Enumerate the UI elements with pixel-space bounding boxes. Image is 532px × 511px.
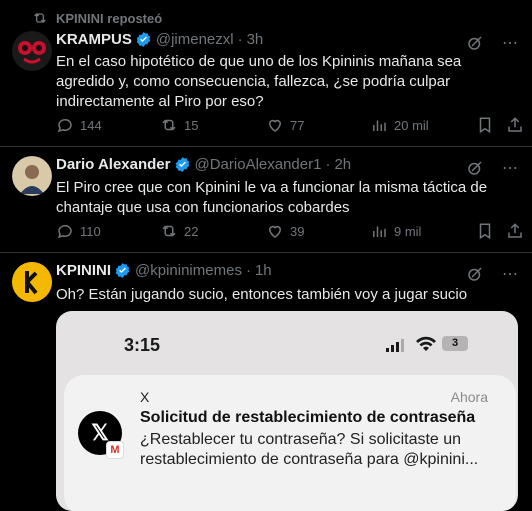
display-name[interactable]: KPININI [56, 262, 111, 279]
repost-icon [162, 225, 176, 237]
heart-icon [268, 119, 282, 132]
reply-button[interactable]: 144 [56, 116, 102, 134]
reply-icon [57, 119, 72, 133]
repost-icon [162, 119, 176, 131]
like-button[interactable]: 77 [266, 116, 304, 134]
reply-button[interactable]: 110 [56, 222, 101, 240]
display-name[interactable]: Dario Alexander [56, 156, 171, 173]
verified-badge-icon[interactable] [114, 262, 131, 279]
verified-badge-icon[interactable] [135, 31, 152, 48]
display-name[interactable]: KRAMPUS [56, 31, 132, 48]
views-count: 20 mil [394, 117, 429, 133]
battery-level: 3 [451, 337, 459, 349]
notification-card: 𝕏 M X Ahora Solicitud de restablecimient… [64, 375, 516, 511]
notification-app: X [140, 389, 150, 405]
post-text: Oh? Están jugando sucio, entonces tambié… [56, 286, 468, 303]
notification-body: ¿Restablecer tu contraseña? Si solicitas… [140, 431, 479, 468]
battery-indicator: 3 [442, 336, 468, 351]
repost-button[interactable]: 22 [160, 222, 198, 240]
like-count: 39 [290, 223, 305, 239]
repost-header[interactable]: KPININI reposteó [32, 10, 162, 26]
timestamp[interactable]: 3h [247, 31, 264, 48]
avatar[interactable] [12, 262, 52, 302]
avatar[interactable] [12, 156, 52, 196]
separator-dot: · [325, 156, 331, 173]
krampus-avatar-image [12, 31, 52, 71]
heart-icon [268, 225, 282, 238]
like-button[interactable]: 39 [266, 222, 304, 240]
notification-time: Ahora [450, 389, 488, 405]
signal-icon [386, 339, 404, 352]
more-options-icon[interactable]: ⋯ [502, 33, 518, 53]
views-icon [373, 120, 386, 131]
dario-avatar-image [12, 156, 52, 196]
repost-button[interactable]: 15 [160, 116, 198, 134]
bookmark-icon[interactable] [476, 116, 494, 134]
post-text: En el caso hipotético de que uno de los … [56, 53, 462, 110]
views-icon [373, 226, 386, 237]
views-count: 9 mil [394, 223, 422, 239]
like-count: 77 [290, 117, 305, 133]
bookmark-icon[interactable] [476, 222, 494, 240]
divider [0, 252, 532, 253]
repost-count: 15 [184, 117, 199, 133]
gmail-badge-icon: M [106, 441, 124, 459]
separator-dot: · [237, 31, 243, 48]
share-icon[interactable] [506, 116, 524, 134]
separator-dot: · [245, 262, 251, 279]
repost-label: KPININI reposteó [56, 10, 163, 26]
verified-badge-icon[interactable] [174, 156, 191, 173]
more-options-icon[interactable]: ⋯ [502, 264, 518, 284]
repost-icon [34, 13, 46, 23]
grok-icon[interactable] [466, 34, 484, 52]
notification-title: Solicitud de restablecimiento de contras… [140, 409, 476, 426]
views-button[interactable]: 20 mil [370, 116, 429, 134]
post-text: El Piro cree que con Kpinini le va a fun… [56, 179, 488, 216]
reply-count: 144 [80, 117, 102, 133]
post-media-image[interactable]: 3:15 3 𝕏 M X Ahora Solicitud de restable… [56, 311, 518, 511]
handle[interactable]: @DarioAlexander1 [195, 156, 322, 173]
handle[interactable]: @jimenezxl [156, 31, 234, 48]
phone-clock: 3:15 [124, 335, 161, 355]
views-button[interactable]: 9 mil [370, 222, 421, 240]
divider [0, 146, 532, 147]
timestamp[interactable]: 1h [255, 262, 272, 279]
grok-icon[interactable] [466, 159, 484, 177]
wifi-icon [416, 336, 436, 351]
repost-count: 22 [184, 223, 199, 239]
handle[interactable]: @kpininimemes [135, 262, 242, 279]
reply-icon [57, 225, 72, 239]
reply-count: 110 [80, 223, 101, 239]
avatar[interactable] [12, 31, 52, 71]
share-icon[interactable] [506, 222, 524, 240]
more-options-icon[interactable]: ⋯ [502, 158, 518, 178]
timestamp[interactable]: 2h [334, 156, 351, 173]
kpinini-logo-icon [12, 262, 52, 302]
grok-icon[interactable] [466, 265, 484, 283]
